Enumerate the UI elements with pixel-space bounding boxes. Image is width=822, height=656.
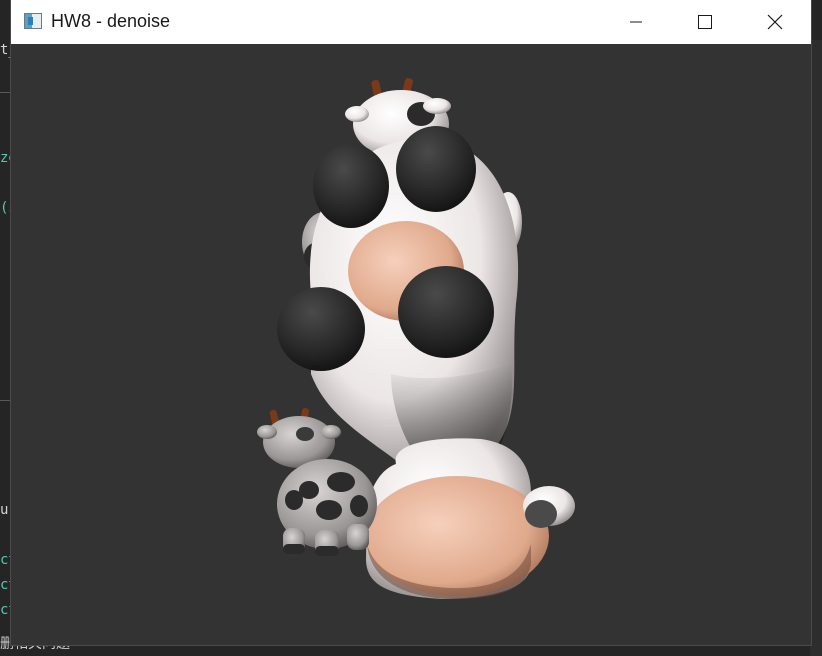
close-icon (767, 14, 783, 30)
maximize-button[interactable] (682, 0, 728, 44)
app-window-icon[interactable] (24, 13, 42, 29)
editor-line: u (0, 502, 9, 518)
minimize-icon (630, 21, 642, 23)
maximize-icon (698, 15, 712, 29)
cow-model-render (257, 77, 575, 600)
minimize-button[interactable] (613, 0, 659, 44)
window-titlebar[interactable]: HW8 - denoise (11, 0, 811, 44)
close-button[interactable] (752, 0, 798, 44)
app-window: HW8 - denoise (11, 0, 811, 645)
window-title: HW8 - denoise (51, 11, 171, 31)
editor-scroll-strip (810, 40, 822, 656)
render-viewport[interactable] (11, 44, 811, 645)
main-cow-head (365, 438, 575, 600)
